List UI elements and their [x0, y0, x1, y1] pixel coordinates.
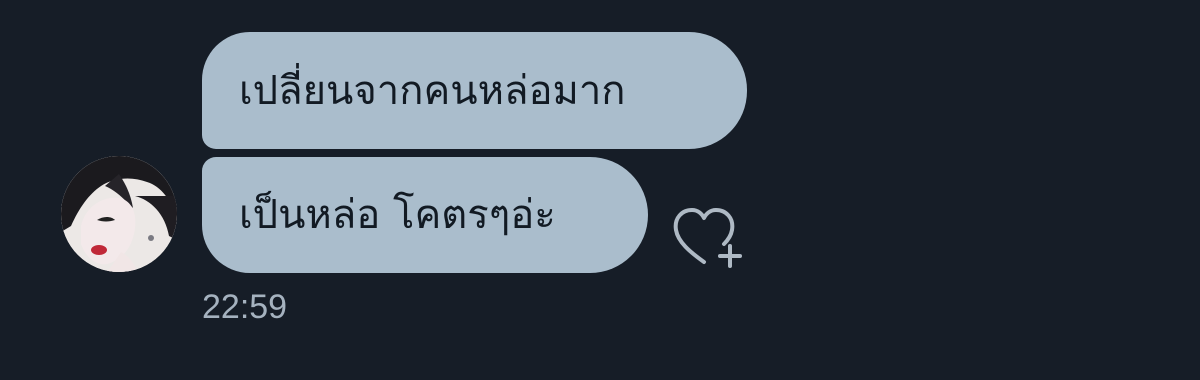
message-timestamp: 22:59 — [202, 288, 288, 326]
message-bubble[interactable]: เป็นหล่อ โคตรๆอ่ะ — [202, 157, 648, 273]
message-text: เป็นหล่อ โคตรๆอ่ะ — [239, 192, 556, 238]
avatar-photo — [61, 156, 177, 272]
avatar[interactable] — [61, 156, 177, 272]
add-reaction-button[interactable] — [670, 204, 744, 270]
heart-plus-icon — [673, 208, 742, 268]
message-text: เปลี่ยนจากคนหล่อมาก — [239, 67, 626, 114]
message-bubble[interactable]: เปลี่ยนจากคนหล่อมาก — [202, 32, 747, 149]
